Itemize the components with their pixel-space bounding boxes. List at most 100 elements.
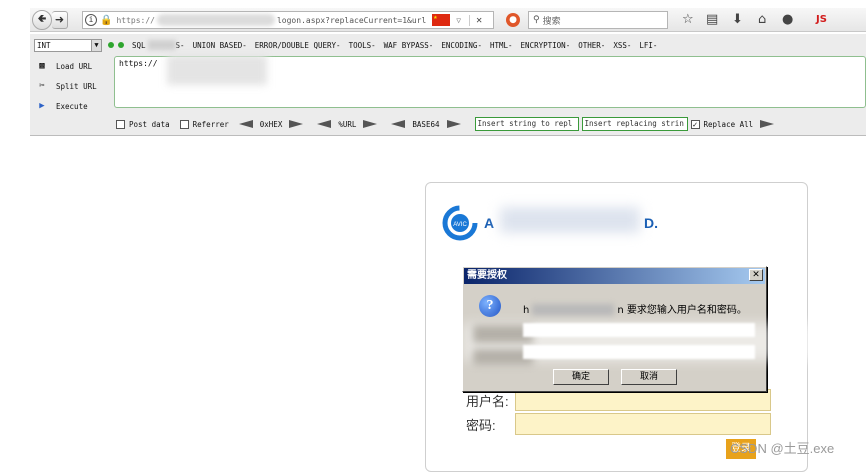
search-placeholder: 搜索 bbox=[542, 16, 561, 27]
china-flag-icon bbox=[432, 13, 451, 26]
hex-encoder: 0xHEX bbox=[238, 120, 304, 129]
menu-other[interactable]: OTHER- bbox=[578, 41, 605, 50]
star-icon[interactable]: ☆ bbox=[682, 12, 694, 27]
username-row: 用户名: bbox=[466, 389, 771, 411]
post-data-checkbox[interactable]: Post data bbox=[116, 119, 170, 129]
url-encoder: %URL bbox=[317, 119, 378, 129]
insert-string-input[interactable]: Insert string to repl bbox=[474, 117, 579, 131]
globe-icon[interactable]: ● bbox=[782, 12, 793, 27]
close-icon[interactable]: ✕ bbox=[749, 269, 763, 281]
execute-button[interactable]: ▶ Execute bbox=[36, 98, 112, 114]
url-redacted bbox=[156, 14, 275, 26]
url-dropdown-icon[interactable]: ▽ bbox=[456, 16, 461, 25]
hackbar-menubar: INT ▼ SQL S- UNION BASED- ERROR/DOUBLE Q… bbox=[30, 38, 657, 52]
hackbar-side: ▩ Load URL ✂ Split URL ▶ Execute bbox=[36, 58, 112, 120]
menu-waf-bypass[interactable]: WAF BYPASS- bbox=[384, 41, 434, 50]
menu-union-based[interactable]: UNION BASED- bbox=[193, 41, 247, 50]
back-arrow-icon: 🢀 bbox=[37, 12, 47, 25]
replace-all-checkbox[interactable]: ✓ Replace All bbox=[690, 119, 754, 129]
js-icon[interactable]: JS bbox=[816, 14, 827, 25]
back-button[interactable]: 🢀 bbox=[32, 9, 52, 30]
auth-dialog-title: 需要授权 bbox=[464, 268, 765, 284]
post-data-label: Post data bbox=[129, 119, 170, 129]
menu-tools[interactable]: TOOLS- bbox=[349, 41, 376, 50]
username-label: 用户名: bbox=[466, 393, 509, 409]
arrow-right-icon[interactable] bbox=[363, 120, 378, 128]
watermark: CSDN @土豆.exe bbox=[730, 441, 835, 456]
hackbar-options: Post data Referrer 0xHEX %URL BASE64 Ins… bbox=[116, 116, 775, 132]
cancel-button[interactable]: 取消 bbox=[621, 369, 677, 385]
referrer-label: Referrer bbox=[192, 119, 229, 129]
menu-html[interactable]: HTML- bbox=[490, 41, 513, 50]
menu-encryption[interactable]: ENCRYPTION- bbox=[521, 41, 571, 50]
info-icon[interactable]: i bbox=[85, 14, 97, 26]
referrer-checkbox[interactable]: Referrer bbox=[179, 119, 229, 129]
arrow-left-icon[interactable] bbox=[391, 120, 406, 128]
green-dot-icon[interactable] bbox=[118, 42, 124, 48]
menu-xss[interactable]: XSS- bbox=[613, 41, 631, 50]
arrow-left-icon[interactable] bbox=[238, 120, 253, 128]
home-icon[interactable]: ⌂ bbox=[758, 12, 766, 27]
password-input[interactable] bbox=[514, 413, 771, 435]
menu-lfi[interactable]: LFI- bbox=[639, 41, 657, 50]
search-icon: ⚲ bbox=[533, 15, 540, 25]
arrow-right-icon[interactable] bbox=[289, 120, 304, 128]
checkbox-checked-icon: ✓ bbox=[690, 119, 700, 129]
auth-message-prefix: h bbox=[523, 305, 530, 316]
int-select[interactable]: INT ▼ bbox=[34, 38, 102, 52]
forward-button[interactable]: ➜ bbox=[52, 10, 68, 29]
menu-error-double-query[interactable]: ERROR/DOUBLE QUERY- bbox=[255, 41, 341, 50]
replace-all-label: Replace All bbox=[703, 119, 754, 129]
chevron-down-icon: ▼ bbox=[91, 39, 101, 51]
stop-icon[interactable]: ● bbox=[506, 13, 520, 27]
menu-encoding[interactable]: ENCODING- bbox=[441, 41, 482, 50]
auth-username-input[interactable] bbox=[523, 323, 755, 337]
browser-navbar: 🢀 ➜ i 🔒 https:// logon.aspx?replaceCurre… bbox=[30, 8, 866, 32]
reading-list-icon[interactable]: ▤ bbox=[706, 12, 718, 27]
auth-password-input[interactable] bbox=[523, 345, 755, 359]
menu-sql[interactable]: SQL bbox=[132, 41, 146, 50]
auth-dialog: 需要授权 ✕ ? h n 要求您输入用户名和密码。 确定 取消 bbox=[462, 266, 823, 392]
load-url-label: Load URL bbox=[56, 61, 93, 71]
hackbar-url-value: https:// bbox=[119, 59, 158, 68]
arrow-left-icon[interactable] bbox=[317, 120, 332, 128]
auth-message-text: 要求您输入用户名和密码。 bbox=[626, 305, 747, 316]
arrow-right-icon[interactable] bbox=[446, 120, 461, 128]
username-input[interactable] bbox=[514, 389, 771, 411]
close-icon[interactable]: ✕ bbox=[469, 14, 482, 26]
hackbar-url-textarea[interactable]: https:// bbox=[114, 55, 866, 108]
hackbar-panel: INT ▼ SQL S- UNION BASED- ERROR/DOUBLE Q… bbox=[30, 34, 866, 136]
ok-button[interactable]: 确定 bbox=[553, 369, 609, 385]
auth-message-mid: n bbox=[617, 305, 624, 316]
checkbox-icon bbox=[179, 119, 189, 129]
load-url-button[interactable]: ▩ Load URL bbox=[36, 58, 112, 74]
arrow-right-icon[interactable] bbox=[760, 120, 775, 128]
logo-text-end: D. bbox=[644, 215, 658, 231]
url-enc-label: %URL bbox=[338, 119, 357, 129]
lock-icon: 🔒 bbox=[100, 14, 113, 26]
split-url-label: Split URL bbox=[56, 81, 97, 91]
load-url-icon: ▩ bbox=[39, 61, 45, 71]
base64-label: BASE64 bbox=[412, 119, 440, 129]
url-prefix: https:// bbox=[116, 15, 155, 25]
download-icon[interactable]: ⬇ bbox=[732, 12, 743, 27]
logo-text-start: A bbox=[484, 215, 495, 231]
int-value: INT bbox=[37, 40, 51, 50]
execute-label: Execute bbox=[56, 101, 88, 111]
menu-redacted bbox=[147, 40, 176, 50]
search-input[interactable]: ⚲ 搜索 bbox=[528, 11, 668, 29]
scissors-icon: ✂ bbox=[39, 81, 45, 91]
logo-icon: AVIC bbox=[442, 205, 478, 241]
menu-s[interactable]: S- bbox=[176, 41, 185, 50]
host-redacted bbox=[532, 304, 615, 316]
green-dot-icon[interactable] bbox=[108, 42, 114, 48]
replacing-string-input[interactable]: Insert replacing strin bbox=[581, 117, 688, 131]
svg-text:AVIC: AVIC bbox=[453, 222, 467, 228]
url-suffix: logon.aspx?replaceCurrent=1&url bbox=[276, 15, 427, 25]
password-row: 密码: bbox=[466, 413, 771, 435]
url-redacted bbox=[167, 55, 267, 85]
address-bar[interactable]: i 🔒 https:// logon.aspx?replaceCurrent=1… bbox=[82, 11, 494, 29]
base64-encoder: BASE64 bbox=[391, 119, 461, 129]
split-url-button[interactable]: ✂ Split URL bbox=[36, 78, 112, 94]
logo-redacted bbox=[500, 207, 640, 233]
